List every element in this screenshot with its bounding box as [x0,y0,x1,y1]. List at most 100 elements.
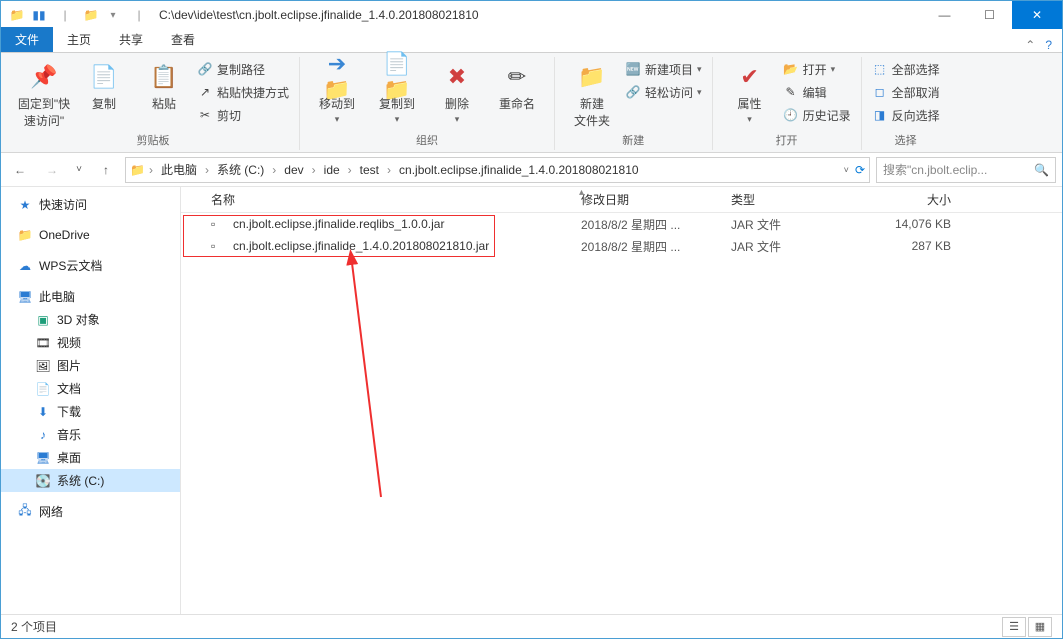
minimize-button[interactable]: — [922,1,967,29]
title-bar: 📁 ▮▮ | 📁 ▾ | C:\dev\ide\test\cn.jbolt.ec… [1,1,1062,29]
col-size[interactable]: 大小 [851,191,951,208]
recent-dropdown[interactable]: ˅ [71,157,87,183]
sidebar-item[interactable]: 🎞视频 [1,331,180,354]
music-icon: ♪ [35,427,51,443]
group-new-label: 新建 [622,132,644,148]
qat-item[interactable]: 📁 [83,7,99,23]
forward-button[interactable]: → [39,157,65,183]
copy-button[interactable]: 📄 复制 [77,59,131,112]
close-button[interactable]: ✕ [1012,1,1062,29]
move-to-button[interactable]: ➔📁移动到▾ [310,59,364,125]
properties-button[interactable]: ✔属性▾ [723,59,777,125]
sidebar-item[interactable]: ⬇下载 [1,400,180,423]
back-button[interactable]: ← [7,157,33,183]
chevron-right-icon[interactable]: › [270,163,278,177]
star-icon: ★ [17,197,33,213]
3d-icon: ▣ [35,312,51,328]
select-all-button[interactable]: ⬚全部选择 [872,59,940,79]
sidebar-item[interactable]: ▣3D 对象 [1,308,180,331]
paste-shortcut-button[interactable]: ↗粘贴快捷方式 [197,82,289,102]
thumbnails-view-button[interactable]: ▦ [1028,617,1052,637]
file-row[interactable]: ▫ cn.jbolt.eclipse.jfinalide_1.4.0.20180… [181,235,1062,257]
help-icon[interactable]: ? [1045,38,1052,52]
ribbon: 📌 固定到"快 速访问" 📄 复制 📋 粘贴 🔗复制路径 ↗粘贴快捷方式 ✂剪切… [1,53,1062,153]
pin-quickaccess-button[interactable]: 📌 固定到"快 速访问" [17,59,71,129]
tab-home[interactable]: 主页 [53,27,105,52]
col-date[interactable]: 修改日期 [581,191,731,208]
delete-button[interactable]: ✖删除▾ [430,59,484,125]
crumb[interactable]: 此电脑 [157,161,201,178]
video-icon: 🎞 [35,335,51,351]
refresh-button[interactable]: ⟳ [855,163,865,177]
history-button[interactable]: 🕘历史记录 [783,105,851,125]
sidebar-network[interactable]: 🖧网络 [1,500,180,523]
qat-item[interactable]: ▮▮ [31,7,47,23]
window-controls: — ☐ ✕ [922,1,1062,29]
sidebar-item[interactable]: 📄文档 [1,377,180,400]
copyto-icon: 📄📁 [381,61,413,93]
open-button[interactable]: 📂打开▾ [783,59,851,79]
ribbon-collapse-icon[interactable]: ⌃ [1025,38,1035,52]
crumb[interactable]: ide [320,163,344,177]
paste-button[interactable]: 📋 粘贴 [137,59,191,112]
path-icon: 🔗 [197,61,213,77]
cut-button[interactable]: ✂剪切 [197,105,289,125]
chevron-right-icon[interactable]: › [147,163,155,177]
copy-icon: 📄 [88,61,120,93]
new-item-button[interactable]: 🆕新建项目▾ [625,59,702,79]
select-none-icon: ◻ [872,84,888,100]
easy-access-button[interactable]: 🔗轻松访问▾ [625,82,702,102]
properties-icon: ✔ [734,61,766,93]
maximize-button[interactable]: ☐ [967,1,1012,29]
address-dropdown-icon[interactable]: ˅ [844,165,849,175]
copy-to-button[interactable]: 📄📁复制到▾ [370,59,424,125]
group-open-label: 打开 [776,132,798,148]
crumb[interactable]: dev [280,163,307,177]
chevron-right-icon[interactable]: › [385,163,393,177]
nav-pane[interactable]: ★快速访问 📁OneDrive ☁WPS云文档 🖥此电脑 ▣3D 对象 🎞视频 … [1,187,181,614]
desktop-icon: 🖥 [35,450,51,466]
crumb[interactable]: test [356,163,383,177]
col-type[interactable]: 类型 [731,191,851,208]
column-headers[interactable]: ▴ 名称 修改日期 类型 大小 [181,187,1062,213]
invert-icon: ◨ [872,107,888,123]
breadcrumb[interactable]: 📁 › 此电脑› 系统 (C:)› dev› ide› test› cn.jbo… [125,157,870,183]
crumb[interactable]: 系统 (C:) [213,161,268,178]
sidebar-item[interactable]: 🖼图片 [1,354,180,377]
sidebar-thispc[interactable]: 🖥此电脑 [1,285,180,308]
search-icon[interactable]: 🔍 [1034,163,1049,177]
file-size: 287 KB [851,239,951,253]
invert-selection-button[interactable]: ◨反向选择 [872,105,940,125]
new-item-icon: 🆕 [625,61,641,77]
sidebar-item-system-c[interactable]: 💽系统 (C:) [1,469,180,492]
file-icon: ▫ [211,217,227,231]
tab-view[interactable]: 查看 [157,27,209,52]
col-name[interactable]: 名称 [211,191,581,208]
tab-share[interactable]: 共享 [105,27,157,52]
up-button[interactable]: ↑ [93,157,119,183]
rename-button[interactable]: ✏重命名 [490,59,544,112]
chevron-right-icon[interactable]: › [310,163,318,177]
file-date: 2018/8/2 星期四 ... [581,216,731,233]
select-none-button[interactable]: ◻全部取消 [872,82,940,102]
sidebar-item[interactable]: 🖥桌面 [1,446,180,469]
tab-file[interactable]: 文件 [1,27,53,52]
drive-icon: 💽 [35,473,51,489]
chevron-right-icon[interactable]: › [203,163,211,177]
sidebar-item[interactable]: ♪音乐 [1,423,180,446]
details-view-button[interactable]: ☰ [1002,617,1026,637]
file-row[interactable]: ▫ cn.jbolt.eclipse.jfinalide.reqlibs_1.0… [181,213,1062,235]
search-input[interactable]: 搜索"cn.jbolt.eclip... 🔍 [876,157,1056,183]
copy-path-button[interactable]: 🔗复制路径 [197,59,289,79]
pictures-icon: 🖼 [35,358,51,374]
crumb[interactable]: cn.jbolt.eclipse.jfinalide_1.4.0.2018080… [395,163,643,177]
history-icon: 🕘 [783,107,799,123]
sidebar-onedrive[interactable]: 📁OneDrive [1,224,180,246]
edit-button[interactable]: ✎编辑 [783,82,851,102]
file-list[interactable]: ▴ 名称 修改日期 类型 大小 ▫ cn.jbolt.eclipse.jfina… [181,187,1062,614]
chevron-right-icon[interactable]: › [346,163,354,177]
sidebar-wps[interactable]: ☁WPS云文档 [1,254,180,277]
new-folder-button[interactable]: 📁新建 文件夹 [565,59,619,129]
qat-dropdown-icon[interactable]: ▾ [105,7,121,23]
sidebar-quickaccess[interactable]: ★快速访问 [1,193,180,216]
